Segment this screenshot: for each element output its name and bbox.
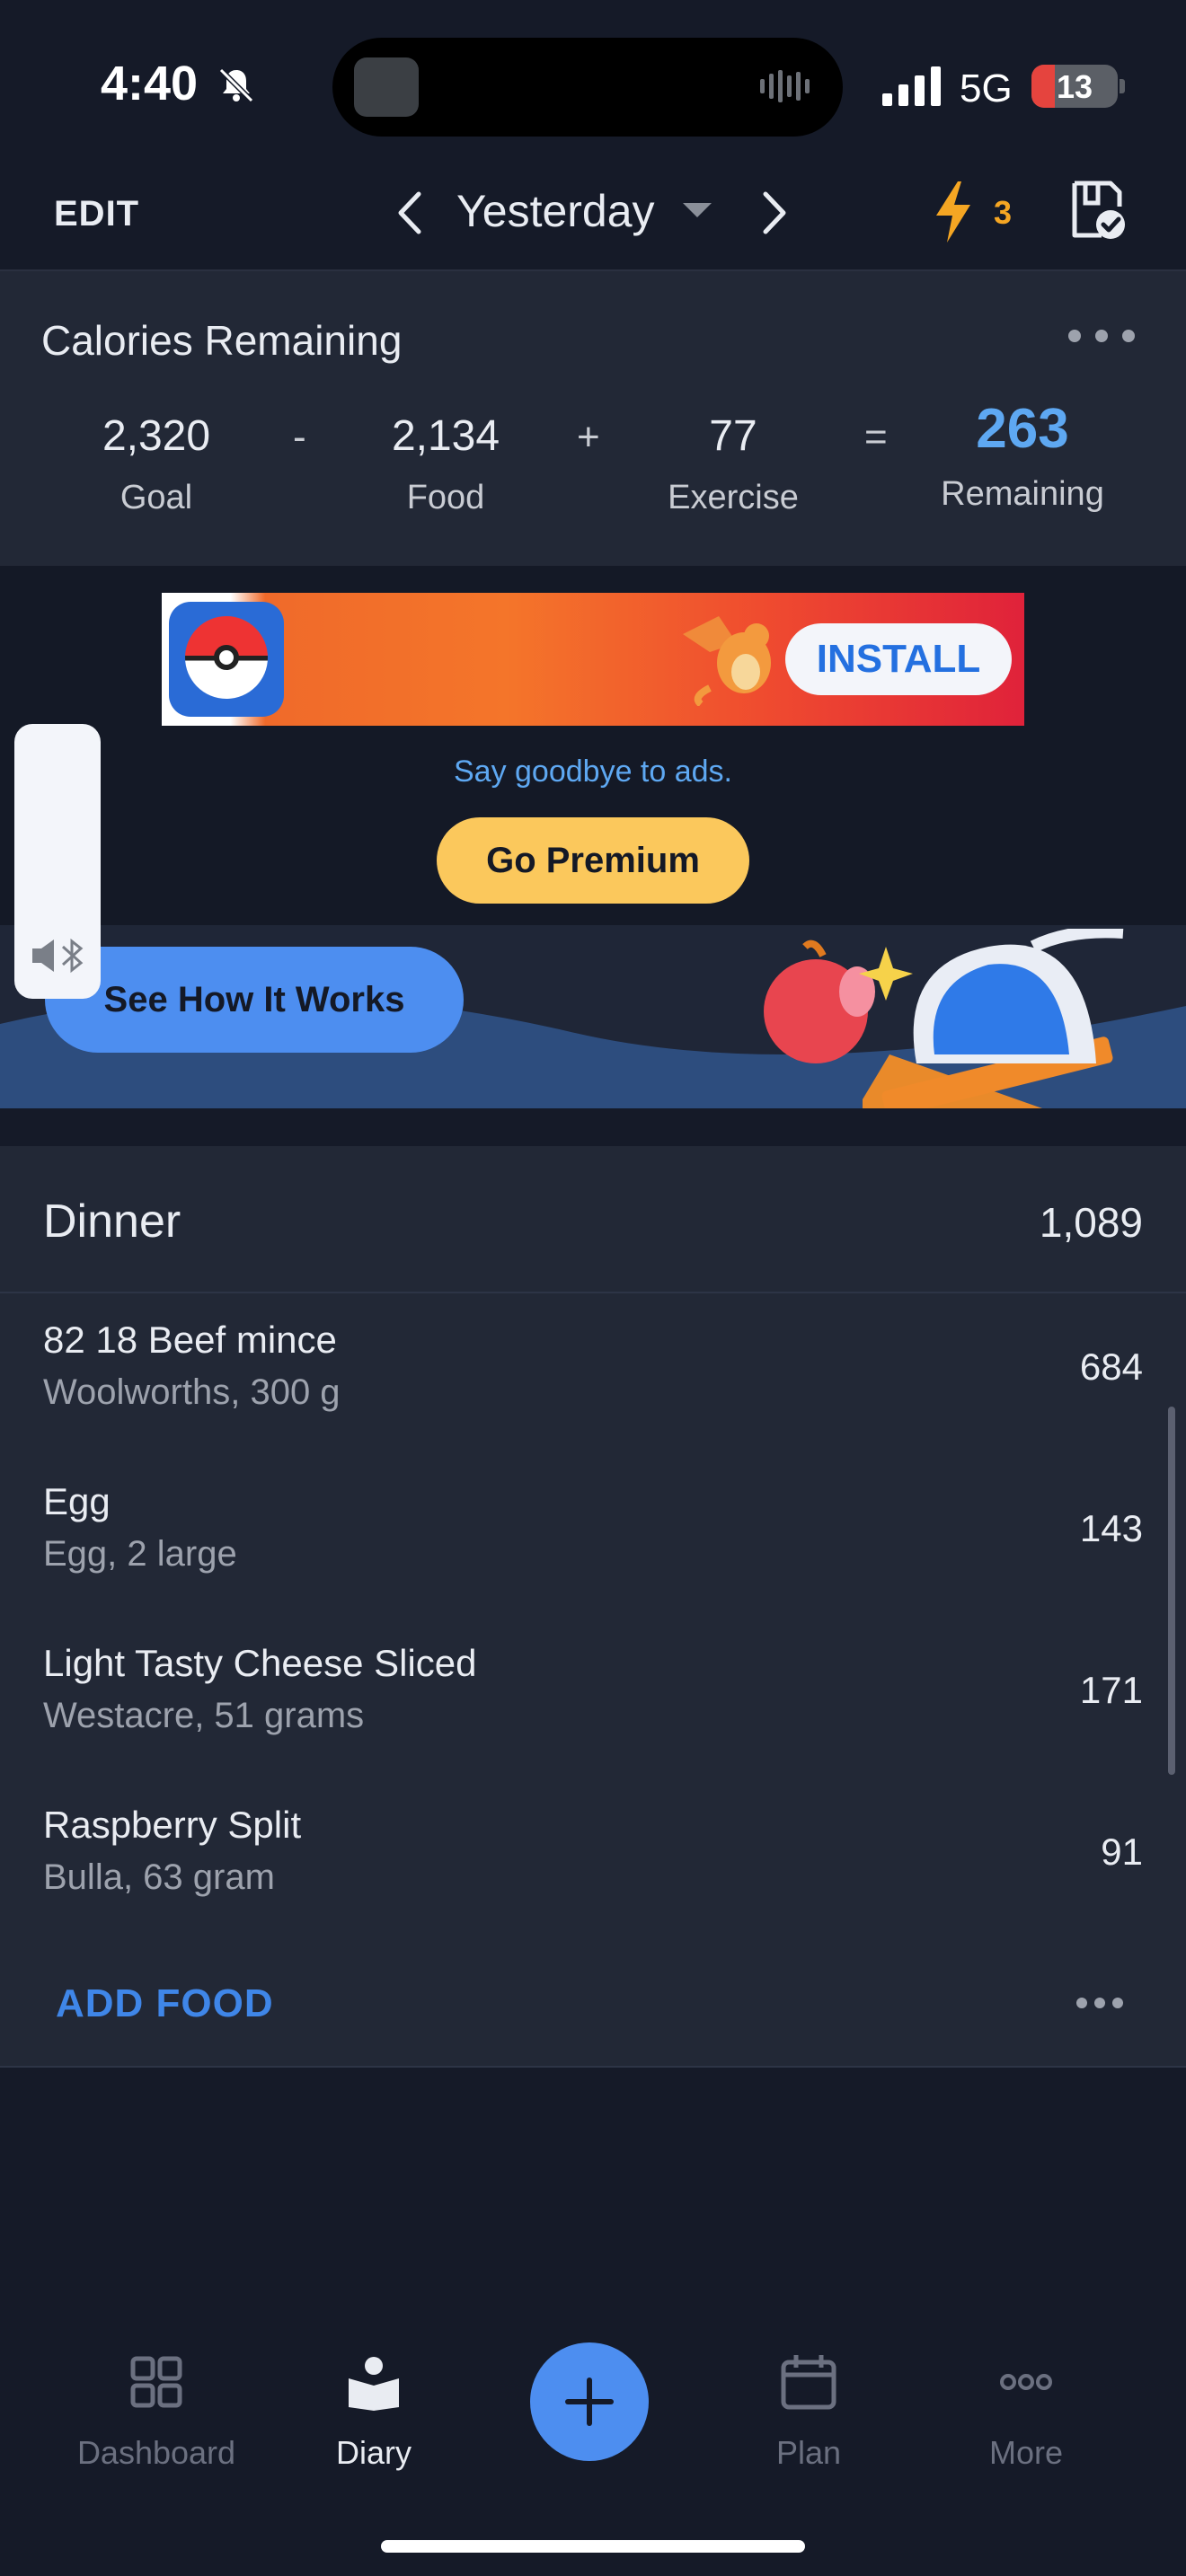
more-icon — [1000, 2374, 1052, 2390]
cellular-signal-icon — [882, 66, 941, 106]
plus-operator: + — [577, 415, 600, 459]
food-entry-row[interactable]: Egg Egg, 2 large 143 — [0, 1455, 1186, 1617]
dragon-illustration — [683, 616, 771, 706]
equals-operator: = — [864, 415, 888, 459]
speaker-bluetooth-icon — [32, 938, 84, 974]
exercise-value: 77 — [709, 412, 757, 460]
install-button[interactable]: INSTALL — [785, 623, 1012, 695]
remaining-label: Remaining — [941, 475, 1104, 513]
see-how-it-works-button[interactable]: See How It Works — [45, 947, 464, 1053]
goal-column: 2,320 Goal — [49, 411, 264, 517]
status-time: 4:40 — [101, 57, 199, 110]
food-calories: 91 — [1101, 1831, 1143, 1873]
food-name: 82 18 Beef mince — [43, 1319, 337, 1361]
calendar-icon — [781, 2355, 836, 2410]
remove-ads-link[interactable]: Say goodbye to ads. — [0, 754, 1186, 790]
tab-dashboard[interactable]: Dashboard — [49, 2353, 264, 2472]
exercise-column: 77 Exercise — [625, 411, 841, 517]
audio-wave-icon — [760, 70, 810, 102]
battery-nub — [1120, 79, 1125, 93]
food-value: 2,134 — [391, 412, 500, 460]
chevron-right-icon[interactable] — [757, 190, 792, 235]
battery-icon: 13 — [1031, 65, 1118, 108]
edit-button[interactable]: EDIT — [54, 194, 139, 234]
grid-icon — [130, 2356, 182, 2408]
more-options-icon[interactable] — [1066, 327, 1137, 345]
tab-plan[interactable]: Plan — [701, 2353, 916, 2472]
book-icon — [349, 2357, 399, 2411]
lightning-icon[interactable] — [931, 180, 976, 244]
goal-value: 2,320 — [102, 412, 211, 460]
food-column: 2,134 Food — [338, 411, 553, 517]
food-name: Light Tasty Cheese Sliced — [43, 1642, 477, 1684]
tab-more[interactable]: More — [918, 2353, 1134, 2472]
remaining-column: 263 Remaining — [915, 397, 1130, 514]
section-gap — [0, 1108, 1186, 1146]
food-name: Raspberry Split — [43, 1804, 302, 1846]
tab-label: Plan — [775, 2434, 842, 2471]
tab-label: Dashboard — [76, 2434, 236, 2471]
home-indicator[interactable] — [381, 2540, 805, 2553]
tab-label: More — [988, 2434, 1064, 2471]
network-type: 5G — [960, 66, 1013, 110]
chevron-left-icon[interactable] — [392, 190, 428, 235]
now-playing-artwork[interactable] — [354, 57, 419, 117]
journal-check-icon[interactable] — [1069, 180, 1127, 241]
food-detail: Bulla, 63 gram — [43, 1857, 275, 1897]
date-selector[interactable]: Yesterday — [456, 185, 655, 237]
food-calories: 684 — [1079, 1345, 1143, 1388]
remaining-value: 263 — [976, 398, 1069, 460]
food-entry-row[interactable]: 82 18 Beef mince Woolworths, 300 g 684 — [0, 1293, 1186, 1455]
food-calories: 171 — [1079, 1669, 1143, 1711]
streak-count[interactable]: 3 — [994, 194, 1012, 232]
caret-down-icon[interactable] — [683, 203, 712, 217]
food-entry-row[interactable]: Light Tasty Cheese Sliced Westacre, 51 g… — [0, 1617, 1186, 1778]
scrollbar[interactable] — [1168, 1407, 1175, 1775]
meal-title[interactable]: Dinner — [43, 1195, 181, 1248]
meal-calorie-total: 1,089 — [1039, 1199, 1143, 1246]
exercise-label: Exercise — [668, 479, 799, 516]
bell-muted-icon — [218, 67, 254, 103]
food-detail: Westacre, 51 grams — [43, 1696, 365, 1735]
meal-more-options-icon[interactable] — [1075, 1996, 1125, 2010]
add-entry-fab[interactable] — [530, 2342, 649, 2461]
pokeball-center — [214, 645, 239, 670]
section-divider — [0, 2066, 1186, 2068]
tab-diary[interactable]: Diary — [266, 2353, 482, 2472]
plus-icon — [565, 2378, 614, 2426]
calories-title: Calories Remaining — [41, 317, 403, 364]
food-detail: Egg, 2 large — [43, 1534, 237, 1574]
add-food-button[interactable]: ADD FOOD — [56, 1981, 274, 2026]
food-label: Food — [406, 479, 485, 516]
food-detail: Woolworths, 300 g — [43, 1372, 341, 1412]
food-entry-row[interactable]: Raspberry Split Bulla, 63 gram 91 — [0, 1778, 1186, 1940]
ad-banner[interactable]: INSTALL — [162, 593, 1024, 726]
food-dome-illustration — [863, 929, 1124, 1108]
go-premium-button[interactable]: Go Premium — [437, 817, 749, 904]
minus-operator: - — [293, 415, 306, 459]
goal-label: Goal — [119, 479, 193, 516]
food-calories: 143 — [1079, 1507, 1143, 1549]
battery-percent: 13 — [1056, 68, 1093, 105]
tab-label: Diary — [335, 2434, 412, 2471]
food-name: Egg — [43, 1480, 111, 1522]
